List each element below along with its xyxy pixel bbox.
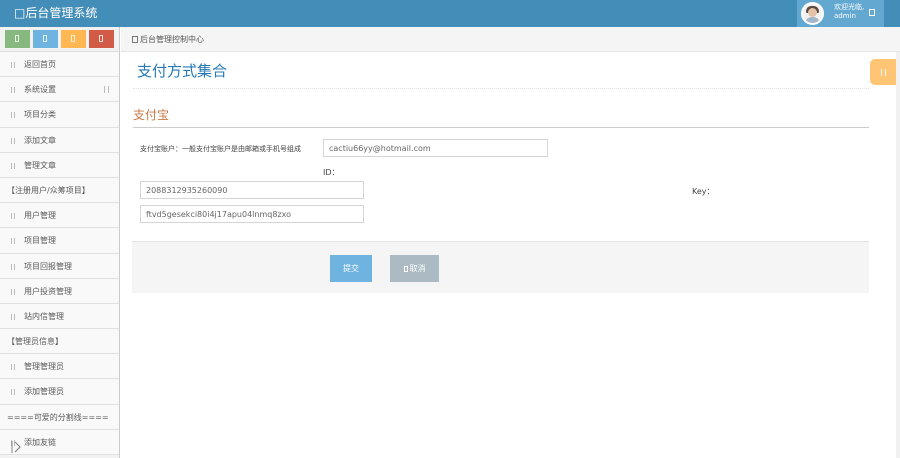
signal-icon — [15, 35, 19, 42]
cancel-label: 取消 — [409, 264, 426, 273]
sidebar-group-label: ====可爱的分割线==== — [7, 412, 109, 422]
sidebar-shortcuts — [0, 27, 119, 52]
user-icon — [11, 213, 15, 220]
sidebar-item-add-admin[interactable]: 添加管理员 — [0, 379, 119, 405]
sidebar-item-system-settings[interactable]: 系统设置 — [0, 77, 119, 103]
undo-icon — [403, 266, 408, 272]
sidebar-item-label: 用户投资管理 — [24, 286, 72, 296]
user-greeting: 欢迎光临, admin — [834, 3, 864, 21]
form-actions — [132, 241, 869, 293]
folder-icon — [11, 238, 15, 245]
sidebar-item-user-investments[interactable]: 用户投资管理 — [0, 278, 119, 304]
sidebar-item-label: 系统设置 — [24, 85, 56, 95]
pencil-icon — [43, 35, 47, 42]
sidebar-group-label: 【注册用户/众筹项目】 — [7, 185, 90, 195]
app-title[interactable]: □后台管理系统 — [14, 4, 97, 22]
sidebar-group-label: 【管理员信息】 — [7, 337, 63, 347]
cancel-button[interactable]: 取消 — [390, 255, 439, 282]
top-navbar: □后台管理系统 欢迎光临, admin — [0, 0, 900, 27]
sidebar-group-users-projects: 【注册用户/众筹项目】 — [0, 177, 119, 204]
section-divider — [133, 127, 869, 128]
envelope-icon — [11, 313, 15, 320]
sidebar-item-label: 添加文章 — [24, 135, 56, 145]
sidebar-item-manage-articles[interactable]: 管理文章 — [0, 152, 119, 178]
gift-icon — [11, 263, 15, 270]
shortcut-group-button[interactable] — [61, 30, 86, 48]
sidebar-item-label: 管理管理员 — [24, 362, 64, 372]
submit-label: 提交 — [343, 264, 359, 273]
settings-icon — [11, 87, 15, 94]
sidebar-item-user-management[interactable]: 用户管理 — [0, 203, 119, 229]
shortcut-pencil-button[interactable] — [33, 30, 58, 48]
edit-icon — [11, 137, 15, 144]
sidebar-item-label: 项目管理 — [24, 236, 56, 246]
sidebar-item-label: 添加管理员 — [24, 387, 64, 397]
sidebar-item-label: 返回首页 — [24, 60, 56, 69]
section-title: 支付宝 — [133, 108, 170, 122]
sidebar-item-label: 管理文章 — [24, 160, 56, 170]
id-label: ID： — [323, 168, 340, 177]
breadcrumb[interactable]: 后台管理控制中心 — [140, 34, 204, 45]
cogs-icon — [99, 35, 103, 42]
key-label: Key： — [692, 187, 715, 196]
shortcut-cogs-button[interactable] — [89, 30, 114, 48]
breadcrumb-bar: 后台管理控制中心 — [121, 27, 900, 52]
sidebar-divider-label: ====可爱的分割线==== — [0, 404, 119, 430]
sidebar-item-project-categories[interactable]: 项目分类 — [0, 102, 119, 128]
group-icon — [71, 35, 75, 42]
collapse-sidebar-icon[interactable] — [11, 441, 21, 453]
account-label: 支付宝账户：一般支付宝账户是由邮箱或手机号组成 — [140, 145, 301, 153]
list-icon — [11, 112, 15, 119]
caret-down-icon[interactable] — [869, 9, 875, 16]
sidebar-item-home[interactable]: 返回首页 — [0, 52, 119, 78]
sidebar-item-add-article[interactable]: 添加文章 — [0, 127, 119, 153]
welcome-text: 欢迎光临, — [834, 3, 865, 11]
home-icon — [132, 36, 138, 43]
sidebar-item-label: 项目回报管理 — [24, 261, 72, 271]
alipay-id-input[interactable] — [140, 181, 364, 199]
sidebar-item-label: 用户管理 — [24, 211, 56, 221]
sidebar-item-project-rewards[interactable]: 项目回报管理 — [0, 253, 119, 279]
user-menu[interactable]: 欢迎光临, admin — [797, 0, 884, 27]
sidebar-item-manage-admins[interactable]: 管理管理员 — [0, 354, 119, 380]
username: admin — [834, 12, 856, 20]
sidebar-item-label: 项目分类 — [24, 110, 56, 120]
sidebar: 返回首页 系统设置 项目分类 添加文章 管理文章 【注册用户/众筹项目】 用户管… — [0, 27, 120, 458]
alipay-account-input[interactable] — [323, 139, 548, 157]
page-title: 支付方式集合 — [137, 62, 228, 80]
alipay-key-input[interactable] — [140, 205, 364, 223]
chevron-down-icon — [104, 86, 109, 94]
cog-icon — [881, 69, 886, 76]
sidebar-group-admin-info: 【管理员信息】 — [0, 329, 119, 355]
money-icon — [11, 288, 15, 295]
sidebar-item-messages[interactable]: 站内信管理 — [0, 303, 119, 330]
scrollbar[interactable] — [896, 52, 900, 458]
file-icon — [11, 162, 15, 169]
sidebar-item-label: 站内信管理 — [24, 311, 64, 321]
plus-icon — [11, 389, 15, 396]
sidebar-item-label: 添加友链 — [24, 437, 56, 447]
avatar[interactable] — [801, 2, 824, 25]
shortcut-signal-button[interactable] — [5, 30, 30, 48]
submit-button[interactable]: 提交 — [330, 255, 372, 282]
admin-icon — [11, 364, 15, 371]
page-header: 支付方式集合 — [133, 52, 869, 89]
sidebar-item-project-management[interactable]: 项目管理 — [0, 228, 119, 254]
home-icon — [11, 62, 15, 68]
